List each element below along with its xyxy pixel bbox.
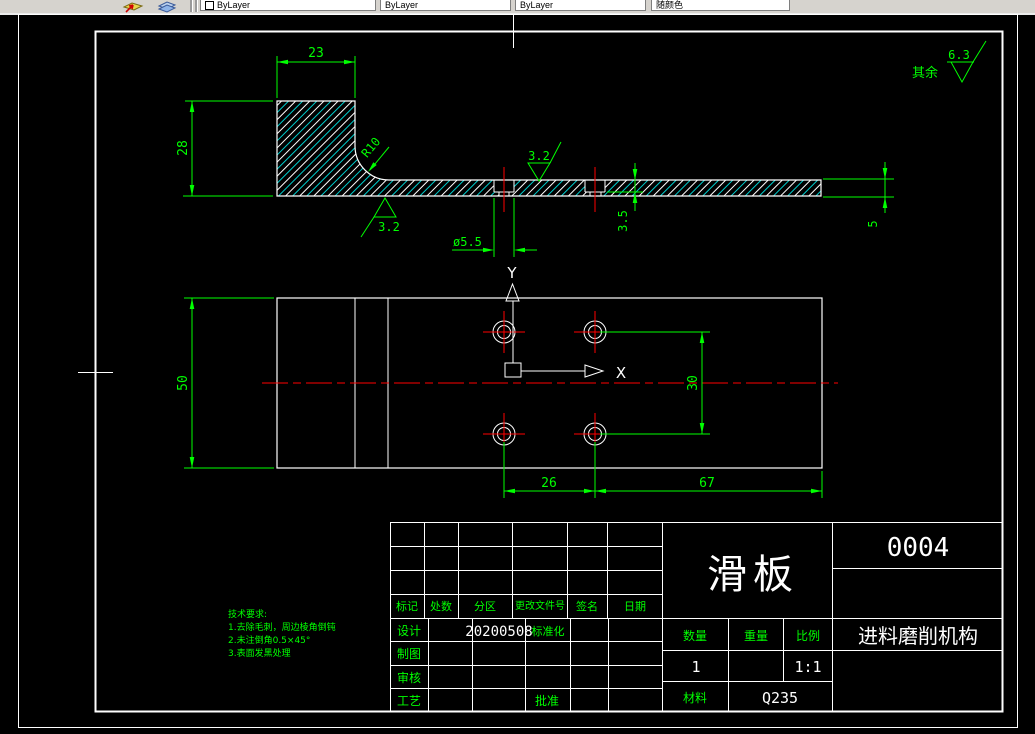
fillet-radius-text: R10 [359,135,384,161]
dim-step-depth-text: 3.5 [616,210,630,232]
approve-label: 批准 [535,693,559,708]
quantity-label: 数量 [683,628,707,643]
role-label-draft: 制图 [397,647,421,661]
scale-label: 比例 [796,629,820,643]
roughness-top-text: 3.2 [528,149,550,163]
dim-thickness-text: 5 [866,220,880,227]
ucs-y-label: Y [506,264,517,282]
technical-requirements: 技术要求: 1.去除毛刺，周边棱角倒钝 2.未注倒角0.5×45° 3.表面发黑… [228,608,336,659]
material-label: 材料 [683,691,707,705]
drawing-number: 0004 [887,533,950,563]
dim-hole-dia-text: ø5.5 [453,235,482,249]
ucs-x-label: X [616,364,626,382]
dim-23 [276,56,356,98]
tech-req-title: 技术要求: [228,608,267,620]
dim-67-text: 67 [699,476,715,491]
assembly-name: 进料磨削机构 [858,624,978,648]
cad-application-window: ByLayer ByLayer ByLayer 随颜色 23 28 R10 3.… [0,0,1035,734]
design-date: 20200508 [465,624,532,640]
revision-header: 分区 [474,600,496,613]
weight-label: 重量 [744,629,768,643]
quantity-value: 1 [691,658,700,676]
dim-50 [184,297,274,469]
dim-26-text: 26 [541,476,557,491]
paper-border [18,14,1018,728]
revision-header: 处数 [430,600,452,613]
revision-header: 标记 [396,599,418,613]
tech-req-item: 2.未注倒角0.5×45° [228,634,310,646]
role-label-process: 工艺 [397,694,421,708]
role-label-check: 审核 [397,670,421,685]
revision-header: 更改文件号 [515,599,565,612]
tech-req-item: 1.去除毛刺，周边棱角倒钝 [228,621,336,633]
revision-header: 日期 [624,600,646,613]
cad-drawing-canvas[interactable]: 23 28 R10 3.2 3.2 ø5.5 3.5 5 其余 6.3 50 3… [0,0,1035,734]
section-view: 23 28 R10 3.2 3.2 ø5.5 3.5 5 [176,46,894,257]
standardization-label: 标准化 [532,624,565,638]
general-roughness-note: 其余 6.3 [912,40,987,84]
role-label-design: 设计 [397,624,421,638]
material-value: Q235 [762,689,798,707]
dim-50-text: 50 [176,375,191,391]
revision-header: 签名 [576,599,598,613]
plan-view: 50 30 26 67 Y X [176,264,838,498]
dim-23-text: 23 [308,46,324,61]
general-note-prefix: 其余 [912,65,938,81]
dim-thickness [823,162,894,213]
dim-30-text: 30 [686,375,701,391]
tech-req-item: 3.表面发黑处理 [228,647,291,659]
general-note-roughness-text: 6.3 [948,48,970,62]
roughness-bottom-text: 3.2 [378,220,400,234]
title-block: 标记 处数 分区 更改文件号 签名 日期 设计 制图 审核 工艺 2020050… [390,522,1003,712]
part-name: 滑板 [707,552,799,598]
dim-28 [183,100,273,197]
scale-value: 1:1 [794,658,821,676]
dim-28-text: 28 [176,140,191,156]
